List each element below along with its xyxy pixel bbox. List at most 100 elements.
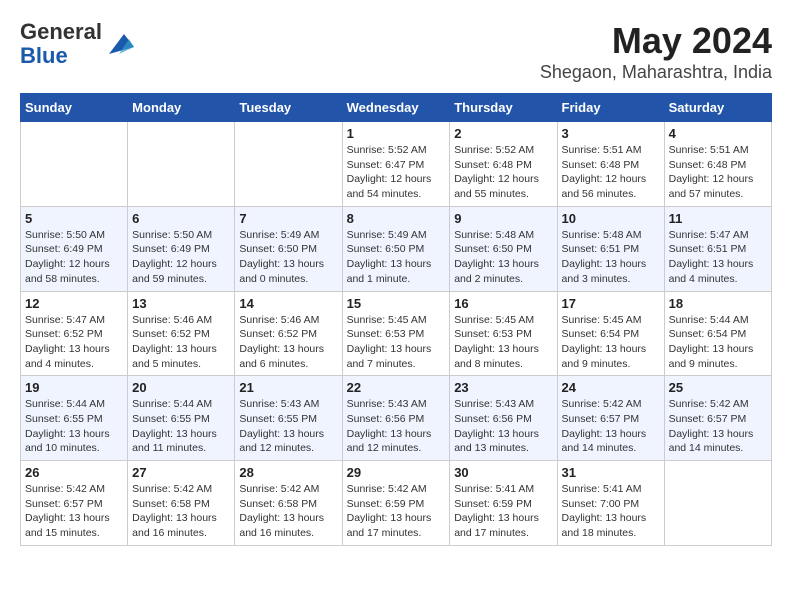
day-number: 27 xyxy=(132,465,230,480)
day-detail: Sunrise: 5:42 AM Sunset: 6:58 PM Dayligh… xyxy=(239,482,337,541)
weekday-header-monday: Monday xyxy=(128,94,235,122)
day-detail: Sunrise: 5:51 AM Sunset: 6:48 PM Dayligh… xyxy=(562,143,660,202)
day-detail: Sunrise: 5:41 AM Sunset: 7:00 PM Dayligh… xyxy=(562,482,660,541)
day-number: 8 xyxy=(347,211,446,226)
day-detail: Sunrise: 5:51 AM Sunset: 6:48 PM Dayligh… xyxy=(669,143,767,202)
day-detail: Sunrise: 5:47 AM Sunset: 6:51 PM Dayligh… xyxy=(669,228,767,287)
day-number: 7 xyxy=(239,211,337,226)
day-detail: Sunrise: 5:46 AM Sunset: 6:52 PM Dayligh… xyxy=(132,313,230,372)
day-number: 11 xyxy=(669,211,767,226)
calendar-cell: 10 Sunrise: 5:48 AM Sunset: 6:51 PM Dayli… xyxy=(557,206,664,291)
calendar-cell xyxy=(235,122,342,207)
day-detail: Sunrise: 5:43 AM Sunset: 6:55 PM Dayligh… xyxy=(239,397,337,456)
weekday-header-sunday: Sunday xyxy=(21,94,128,122)
day-number: 22 xyxy=(347,380,446,395)
calendar-cell: 20 Sunrise: 5:44 AM Sunset: 6:55 PM Dayli… xyxy=(128,376,235,461)
logo: General Blue xyxy=(20,20,134,68)
day-number: 5 xyxy=(25,211,123,226)
day-detail: Sunrise: 5:47 AM Sunset: 6:52 PM Dayligh… xyxy=(25,313,123,372)
day-detail: Sunrise: 5:44 AM Sunset: 6:55 PM Dayligh… xyxy=(132,397,230,456)
day-detail: Sunrise: 5:42 AM Sunset: 6:59 PM Dayligh… xyxy=(347,482,446,541)
day-number: 19 xyxy=(25,380,123,395)
calendar-cell: 29 Sunrise: 5:42 AM Sunset: 6:59 PM Dayli… xyxy=(342,461,450,546)
logo-general: General xyxy=(20,19,102,44)
day-detail: Sunrise: 5:49 AM Sunset: 6:50 PM Dayligh… xyxy=(239,228,337,287)
day-number: 23 xyxy=(454,380,552,395)
calendar-cell: 9 Sunrise: 5:48 AM Sunset: 6:50 PM Daylig… xyxy=(450,206,557,291)
day-detail: Sunrise: 5:42 AM Sunset: 6:57 PM Dayligh… xyxy=(562,397,660,456)
day-number: 31 xyxy=(562,465,660,480)
calendar-cell: 16 Sunrise: 5:45 AM Sunset: 6:53 PM Dayli… xyxy=(450,291,557,376)
calendar-cell: 25Sunrise: 5:42 AM Sunset: 6:57 PM Dayli… xyxy=(664,376,771,461)
calendar-cell: 12 Sunrise: 5:47 AM Sunset: 6:52 PM Dayli… xyxy=(21,291,128,376)
day-number: 10 xyxy=(562,211,660,226)
page-header: General Blue May 2024 Shegaon, Maharasht… xyxy=(20,20,772,83)
calendar-header: SundayMondayTuesdayWednesdayThursdayFrid… xyxy=(21,94,772,122)
calendar-cell: 27Sunrise: 5:42 AM Sunset: 6:58 PM Dayli… xyxy=(128,461,235,546)
day-number: 17 xyxy=(562,296,660,311)
day-detail: Sunrise: 5:48 AM Sunset: 6:50 PM Dayligh… xyxy=(454,228,552,287)
day-number: 6 xyxy=(132,211,230,226)
day-detail: Sunrise: 5:42 AM Sunset: 6:57 PM Dayligh… xyxy=(669,397,767,456)
calendar-cell: 23 Sunrise: 5:43 AM Sunset: 6:56 PM Dayli… xyxy=(450,376,557,461)
calendar-cell: 22Sunrise: 5:43 AM Sunset: 6:56 PM Dayli… xyxy=(342,376,450,461)
location-title: Shegaon, Maharashtra, India xyxy=(540,62,772,83)
day-number: 26 xyxy=(25,465,123,480)
day-number: 29 xyxy=(347,465,446,480)
calendar-cell: 11 Sunrise: 5:47 AM Sunset: 6:51 PM Dayli… xyxy=(664,206,771,291)
day-number: 4 xyxy=(669,126,767,141)
day-detail: Sunrise: 5:43 AM Sunset: 6:56 PM Dayligh… xyxy=(454,397,552,456)
day-number: 1 xyxy=(347,126,446,141)
calendar-cell: 24Sunrise: 5:42 AM Sunset: 6:57 PM Dayli… xyxy=(557,376,664,461)
calendar-cell: 21Sunrise: 5:43 AM Sunset: 6:55 PM Dayli… xyxy=(235,376,342,461)
weekday-header-saturday: Saturday xyxy=(664,94,771,122)
day-detail: Sunrise: 5:44 AM Sunset: 6:55 PM Dayligh… xyxy=(25,397,123,456)
day-number: 3 xyxy=(562,126,660,141)
calendar-table: SundayMondayTuesdayWednesdayThursdayFrid… xyxy=(20,93,772,546)
calendar-cell: 2 Sunrise: 5:52 AM Sunset: 6:48 PM Daylig… xyxy=(450,122,557,207)
day-detail: Sunrise: 5:42 AM Sunset: 6:57 PM Dayligh… xyxy=(25,482,123,541)
day-detail: Sunrise: 5:52 AM Sunset: 6:47 PM Dayligh… xyxy=(347,143,446,202)
day-number: 15 xyxy=(347,296,446,311)
calendar-cell: 19 Sunrise: 5:44 AM Sunset: 6:55 PM Dayli… xyxy=(21,376,128,461)
day-number: 20 xyxy=(132,380,230,395)
weekday-header-friday: Friday xyxy=(557,94,664,122)
calendar-cell: 28Sunrise: 5:42 AM Sunset: 6:58 PM Dayli… xyxy=(235,461,342,546)
calendar-cell: 5 Sunrise: 5:50 AM Sunset: 6:49 PM Daylig… xyxy=(21,206,128,291)
day-detail: Sunrise: 5:52 AM Sunset: 6:48 PM Dayligh… xyxy=(454,143,552,202)
day-detail: Sunrise: 5:48 AM Sunset: 6:51 PM Dayligh… xyxy=(562,228,660,287)
calendar-cell: 17 Sunrise: 5:45 AM Sunset: 6:54 PM Dayli… xyxy=(557,291,664,376)
day-detail: Sunrise: 5:45 AM Sunset: 6:54 PM Dayligh… xyxy=(562,313,660,372)
calendar-cell: 6 Sunrise: 5:50 AM Sunset: 6:49 PM Daylig… xyxy=(128,206,235,291)
calendar-cell: 8 Sunrise: 5:49 AM Sunset: 6:50 PM Daylig… xyxy=(342,206,450,291)
day-number: 12 xyxy=(25,296,123,311)
day-number: 18 xyxy=(669,296,767,311)
calendar-cell: 14Sunrise: 5:46 AM Sunset: 6:52 PM Dayli… xyxy=(235,291,342,376)
day-detail: Sunrise: 5:50 AM Sunset: 6:49 PM Dayligh… xyxy=(25,228,123,287)
calendar-cell xyxy=(21,122,128,207)
logo-icon xyxy=(104,29,134,59)
day-number: 2 xyxy=(454,126,552,141)
day-number: 30 xyxy=(454,465,552,480)
day-number: 13 xyxy=(132,296,230,311)
weekday-header-tuesday: Tuesday xyxy=(235,94,342,122)
day-detail: Sunrise: 5:49 AM Sunset: 6:50 PM Dayligh… xyxy=(347,228,446,287)
calendar-cell: 31 Sunrise: 5:41 AM Sunset: 7:00 PM Dayli… xyxy=(557,461,664,546)
day-number: 16 xyxy=(454,296,552,311)
title-block: May 2024 Shegaon, Maharashtra, India xyxy=(540,20,772,83)
day-detail: Sunrise: 5:46 AM Sunset: 6:52 PM Dayligh… xyxy=(239,313,337,372)
calendar-cell xyxy=(128,122,235,207)
day-number: 9 xyxy=(454,211,552,226)
calendar-cell: 13 Sunrise: 5:46 AM Sunset: 6:52 PM Dayli… xyxy=(128,291,235,376)
day-detail: Sunrise: 5:50 AM Sunset: 6:49 PM Dayligh… xyxy=(132,228,230,287)
calendar-cell: 18 Sunrise: 5:44 AM Sunset: 6:54 PM Dayli… xyxy=(664,291,771,376)
calendar-cell: 26 Sunrise: 5:42 AM Sunset: 6:57 PM Dayli… xyxy=(21,461,128,546)
calendar-cell xyxy=(664,461,771,546)
day-detail: Sunrise: 5:45 AM Sunset: 6:53 PM Dayligh… xyxy=(347,313,446,372)
day-detail: Sunrise: 5:41 AM Sunset: 6:59 PM Dayligh… xyxy=(454,482,552,541)
weekday-header-thursday: Thursday xyxy=(450,94,557,122)
day-detail: Sunrise: 5:44 AM Sunset: 6:54 PM Dayligh… xyxy=(669,313,767,372)
day-detail: Sunrise: 5:45 AM Sunset: 6:53 PM Dayligh… xyxy=(454,313,552,372)
month-title: May 2024 xyxy=(540,20,772,62)
calendar-cell: 4 Sunrise: 5:51 AM Sunset: 6:48 PM Daylig… xyxy=(664,122,771,207)
